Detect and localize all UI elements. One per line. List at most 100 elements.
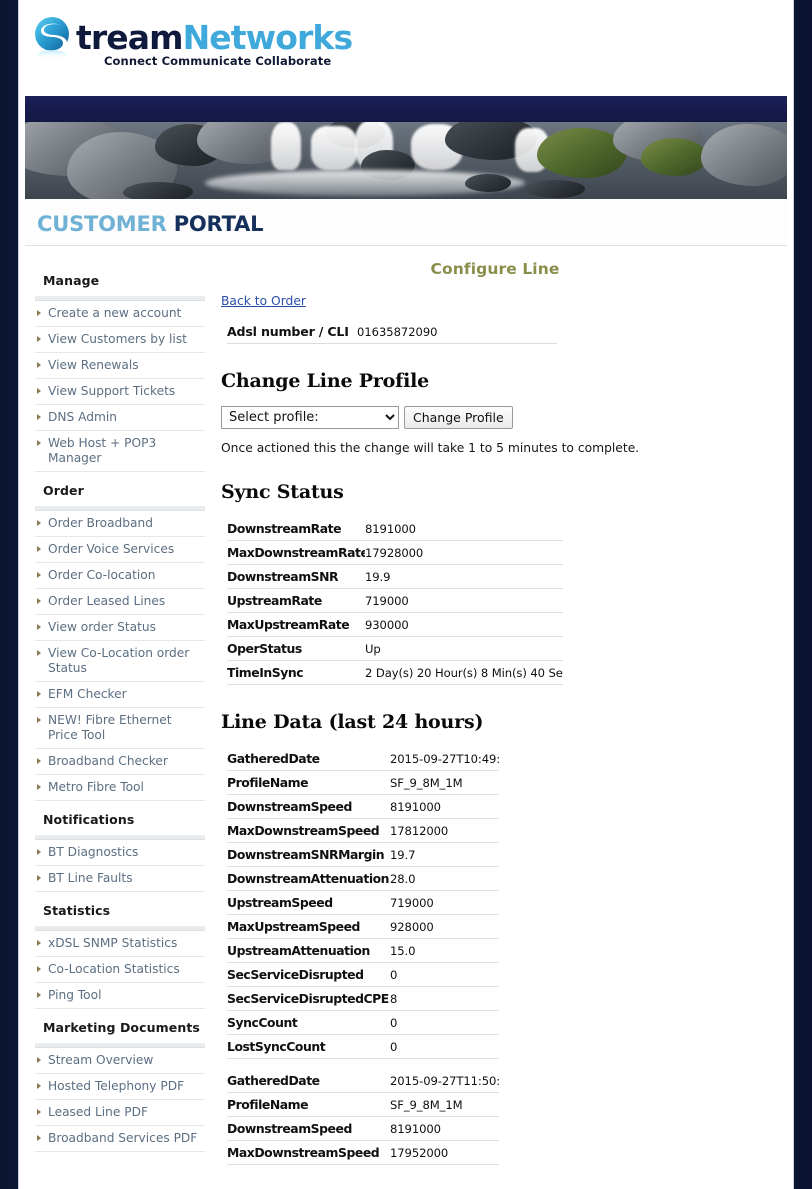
row-value: 2 Day(s) 20 Hour(s) 8 Min(s) 40 Sec(s)	[365, 660, 563, 685]
row-key: OperStatus	[227, 636, 365, 661]
sidebar-item-view-support-tickets[interactable]: View Support Tickets	[35, 379, 205, 405]
row-key: ProfileName	[227, 770, 390, 795]
row-value: 8191000	[365, 517, 563, 541]
row-key: ProfileName	[227, 1092, 390, 1117]
row-key: MaxDownstreamRate	[227, 540, 365, 565]
row-value: Up	[365, 636, 563, 661]
sidebar-section-title-statistics: Statistics	[43, 903, 111, 918]
row-value: 17928000	[365, 540, 563, 565]
row-key: TimeInSync	[227, 660, 365, 685]
page-title-customer: CUSTOMER	[37, 212, 167, 236]
sidebar-item-bt-diagnostics[interactable]: BT Diagnostics	[35, 840, 205, 866]
row-value: 8	[390, 986, 499, 1011]
row-value: 17952000	[390, 1140, 499, 1165]
sidebar-item-hosted-telephony-pdf[interactable]: Hosted Telephony PDF	[35, 1074, 205, 1100]
table-row: MaxDownstreamSpeed 17952000	[227, 1140, 499, 1165]
row-key: DownstreamSpeed	[227, 1116, 390, 1141]
table-row: MaxDownstreamSpeed 17812000	[227, 818, 499, 843]
row-value: 2015-09-27T11:50:38	[390, 1068, 499, 1093]
profile-select[interactable]: Select profile:	[221, 406, 399, 429]
row-key: DownstreamAttenuation	[227, 866, 390, 891]
sidebar-item-efm-checker[interactable]: EFM Checker	[35, 682, 205, 708]
table-row: SyncCount 0	[227, 1010, 499, 1035]
sidebar-item-view-renewals[interactable]: View Renewals	[35, 353, 205, 379]
table-row: GatheredDate2015-09-27T11:50:38	[227, 1068, 499, 1093]
page-title: CUSTOMER PORTAL	[37, 213, 787, 235]
sidebar-item-view-order-status[interactable]: View order Status	[35, 615, 205, 641]
row-key: GatheredDate	[227, 747, 390, 771]
row-value: 8191000	[390, 1116, 499, 1141]
sidebar-item-order-voice-services[interactable]: Order Voice Services	[35, 537, 205, 563]
sidebar-item-view-co-location-order-status[interactable]: View Co-Location order Status	[35, 641, 205, 682]
row-value: 15.0	[390, 938, 499, 963]
table-row: DownstreamSpeed 8191000	[227, 794, 499, 819]
back-to-order-link[interactable]: Back to Order	[221, 294, 306, 308]
table-row: MaxUpstreamSpeed 928000	[227, 914, 499, 939]
row-key: MaxDownstreamSpeed	[227, 1140, 390, 1165]
sidebar-item-web-host-pop3-manager[interactable]: Web Host + POP3 Manager	[35, 431, 205, 472]
row-key: DownstreamSNRMargin	[227, 842, 390, 867]
banner-waterfall-image	[25, 122, 787, 199]
table-row: TimeInSync 2 Day(s) 20 Hour(s) 8 Min(s) 4…	[227, 660, 563, 685]
table-row: DownstreamSpeed 8191000	[227, 1116, 499, 1141]
row-value: 19.7	[390, 842, 499, 867]
row-value: SF_9_8M_1M	[390, 1092, 499, 1117]
row-value: 2015-09-27T10:49:32	[390, 747, 499, 771]
table-row: UpstreamAttenuation 15.0	[227, 938, 499, 963]
table-row: GatheredDate2015-09-27T10:49:32	[227, 747, 499, 771]
line-data-table: GatheredDate2015-09-27T10:49:32 ProfileN…	[227, 747, 499, 1165]
sidebar-item-metro-fibre-tool[interactable]: Metro Fibre Tool	[35, 775, 205, 801]
row-key: GatheredDate	[227, 1068, 390, 1093]
page-container: treamNetworks Connect Communicate Collab…	[18, 0, 794, 1189]
row-value: 28.0	[390, 866, 499, 891]
sidebar-section-title-marketing-documents: Marketing Documents	[43, 1020, 200, 1035]
logo-wordmark: treamNetworks	[76, 18, 354, 57]
row-key: SecServiceDisrupted	[227, 962, 390, 987]
sidebar-item-stream-overview[interactable]: Stream Overview	[35, 1048, 205, 1074]
navy-divider-bar	[25, 96, 787, 122]
row-value: SF_9_8M_1M	[390, 770, 499, 795]
table-block-spacer	[227, 1059, 499, 1069]
heading-change-line-profile: Change Line Profile	[221, 370, 430, 392]
row-key: LostSyncCount	[227, 1034, 390, 1059]
table-row: DownstreamSNRMargin 19.7	[227, 842, 499, 867]
sidebar-item-ping-tool[interactable]: Ping Tool	[35, 983, 205, 1009]
sidebar-item-broadband-checker[interactable]: Broadband Checker	[35, 749, 205, 775]
logo-word-networks: Networks	[182, 18, 354, 57]
site-header: treamNetworks Connect Communicate Collab…	[19, 0, 793, 96]
sidebar-item-co-location-statistics[interactable]: Co-Location Statistics	[35, 957, 205, 983]
row-key: UpstreamAttenuation	[227, 938, 390, 963]
sidebar-section-title-order: Order	[43, 483, 84, 498]
sidebar-item-view-customers-by-list[interactable]: View Customers by list	[35, 327, 205, 353]
table-row: SecServiceDisrupted 0	[227, 962, 499, 987]
change-profile-button[interactable]: Change Profile	[404, 406, 513, 429]
sidebar-item-fibre-ethernet-price-tool[interactable]: NEW! Fibre Ethernet Price Tool	[35, 708, 205, 749]
table-row: SecServiceDisruptedCPE 8	[227, 986, 499, 1011]
sidebar-item-dns-admin[interactable]: DNS Admin	[35, 405, 205, 431]
row-key: UpstreamRate	[227, 588, 365, 613]
sidebar-section-title-notifications: Notifications	[43, 812, 135, 827]
sidebar-item-bt-line-faults[interactable]: BT Line Faults	[35, 866, 205, 892]
site-logo[interactable]: treamNetworks Connect Communicate Collab…	[31, 16, 354, 80]
table-row: UpstreamRate 719000	[227, 588, 563, 613]
sidebar-item-order-leased-lines[interactable]: Order Leased Lines	[35, 589, 205, 615]
row-value: 0	[390, 1010, 499, 1035]
sidebar-item-order-co-location[interactable]: Order Co-location	[35, 563, 205, 589]
sidebar-item-leased-line-pdf[interactable]: Leased Line PDF	[35, 1100, 205, 1126]
row-key: SyncCount	[227, 1010, 390, 1035]
row-key: MaxDownstreamSpeed	[227, 818, 390, 843]
row-value: 0	[390, 962, 499, 987]
sidebar-item-create-a-new-account[interactable]: Create a new account	[35, 301, 205, 327]
row-key: DownstreamSpeed	[227, 794, 390, 819]
sidebar-section-title-manage: Manage	[43, 273, 100, 288]
row-value: 8191000	[390, 794, 499, 819]
table-row: UpstreamSpeed 719000	[227, 890, 499, 915]
table-row: ProfileName SF_9_8M_1M	[227, 1092, 499, 1117]
sidebar-item-broadband-services-pdf[interactable]: Broadband Services PDF	[35, 1126, 205, 1152]
sidebar-item-order-broadband[interactable]: Order Broadband	[35, 511, 205, 537]
sidebar-item-xdsl-snmp-statistics[interactable]: xDSL SNMP Statistics	[35, 931, 205, 957]
profile-change-note: Once actioned this the change will take …	[221, 441, 640, 455]
row-value: 928000	[390, 914, 499, 939]
portal-title-bar: CUSTOMER PORTAL	[25, 199, 787, 246]
row-key: MaxUpstreamRate	[227, 612, 365, 637]
